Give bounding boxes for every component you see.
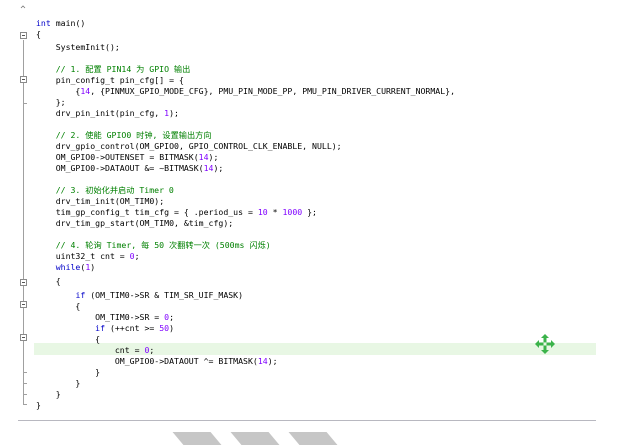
move-cursor-icon — [535, 334, 555, 354]
code-line[interactable]: OM_TIM0->SR = 0; — [36, 312, 174, 323]
keyword-if: if — [95, 323, 106, 333]
code-line[interactable]: SystemInit(); — [36, 42, 120, 53]
code-line[interactable]: drv_tim_init(OM_TIM0); — [36, 196, 164, 207]
code-line[interactable]: drv_pin_init(pin_cfg, 1); — [36, 108, 179, 119]
fold-toggle-icon[interactable] — [20, 76, 27, 83]
fold-guide — [23, 40, 24, 404]
caret-up-icon — [20, 5, 26, 9]
code-line-current[interactable]: cnt = 0; — [36, 345, 154, 356]
fold-toggle-icon[interactable] — [20, 334, 27, 341]
code-line[interactable]: pin_config_t pin_cfg[] = { — [36, 75, 184, 86]
number-literal: 14 — [80, 86, 91, 96]
number-literal: 1000 — [282, 207, 303, 217]
code-line[interactable]: int main() — [36, 18, 85, 29]
number-literal: 1 — [164, 108, 170, 118]
number-literal: 1 — [85, 262, 91, 272]
number-literal: 14 — [198, 152, 209, 162]
code-line[interactable]: }; — [36, 97, 66, 108]
fold-gutter — [18, 0, 30, 420]
keyword-if: if — [75, 290, 86, 300]
code-line[interactable]: } — [36, 389, 61, 400]
fold-guide-end — [23, 103, 27, 104]
code-line[interactable]: } — [36, 378, 80, 389]
fold-guide-end — [23, 404, 27, 405]
code-line[interactable]: } — [36, 367, 100, 378]
number-literal: 50 — [159, 323, 170, 333]
code-line[interactable]: OM_GPIO0->DATAOUT ^= BITMASK(14); — [36, 356, 278, 367]
keyword-while: while — [55, 262, 81, 272]
code-line[interactable]: drv_gpio_control(OM_GPIO0, GPIO_CONTROL_… — [36, 141, 342, 152]
number-literal: 0 — [129, 251, 135, 261]
code-line[interactable]: { — [36, 301, 80, 312]
code-line[interactable]: uint32_t cnt = 0; — [36, 251, 140, 262]
number-literal: 0 — [144, 345, 150, 355]
code-line[interactable]: tim_gp_config_t tim_cfg = { .period_us =… — [36, 207, 317, 218]
number-literal: 14 — [203, 163, 214, 173]
fold-toggle-icon[interactable] — [20, 301, 27, 308]
code-line[interactable]: { — [36, 334, 100, 345]
number-literal: 10 — [257, 207, 268, 217]
fold-guide-end — [23, 394, 27, 395]
code-line[interactable]: { — [36, 276, 61, 287]
code-line[interactable]: { — [36, 29, 41, 40]
code-line[interactable]: if (OM_TIM0->SR & TIM_SR_UIF_MASK) — [36, 290, 243, 301]
code-line[interactable]: if (++cnt >= 50) — [36, 323, 174, 334]
code-line[interactable]: OM_GPIO0->OUTENSET = BITMASK(14); — [36, 152, 219, 163]
code-line[interactable]: {14, {PINMUX_GPIO_MODE_CFG}, PMU_PIN_MOD… — [36, 86, 455, 97]
fold-guide-end — [23, 372, 27, 373]
comment-line[interactable]: // 1. 配置 PIN14 为 GPIO 输出 — [36, 64, 191, 75]
code-line[interactable]: OM_GPIO0->DATAOUT &= ~BITMASK(14); — [36, 163, 224, 174]
fold-toggle-icon[interactable] — [20, 32, 27, 39]
fold-guide-end — [23, 383, 27, 384]
number-literal: 14 — [257, 356, 268, 366]
code-line[interactable]: } — [36, 400, 41, 411]
keyword-int: int — [36, 18, 51, 28]
fold-toggle-icon[interactable] — [20, 279, 27, 286]
comment-line[interactable]: // 2. 使能 GPIO0 时钟, 设置输出方向 — [36, 130, 212, 141]
comment-line[interactable]: // 3. 初始化并启动 Timer 0 — [36, 185, 174, 196]
code-line[interactable]: drv_tim_gp_start(OM_TIM0, &tim_cfg); — [36, 218, 233, 229]
comment-line[interactable]: // 4. 轮询 Timer, 每 50 次翻转一次 (500ms 闪烁) — [36, 240, 271, 251]
number-literal: 0 — [164, 312, 170, 322]
code-line[interactable]: while(1) — [36, 262, 95, 273]
